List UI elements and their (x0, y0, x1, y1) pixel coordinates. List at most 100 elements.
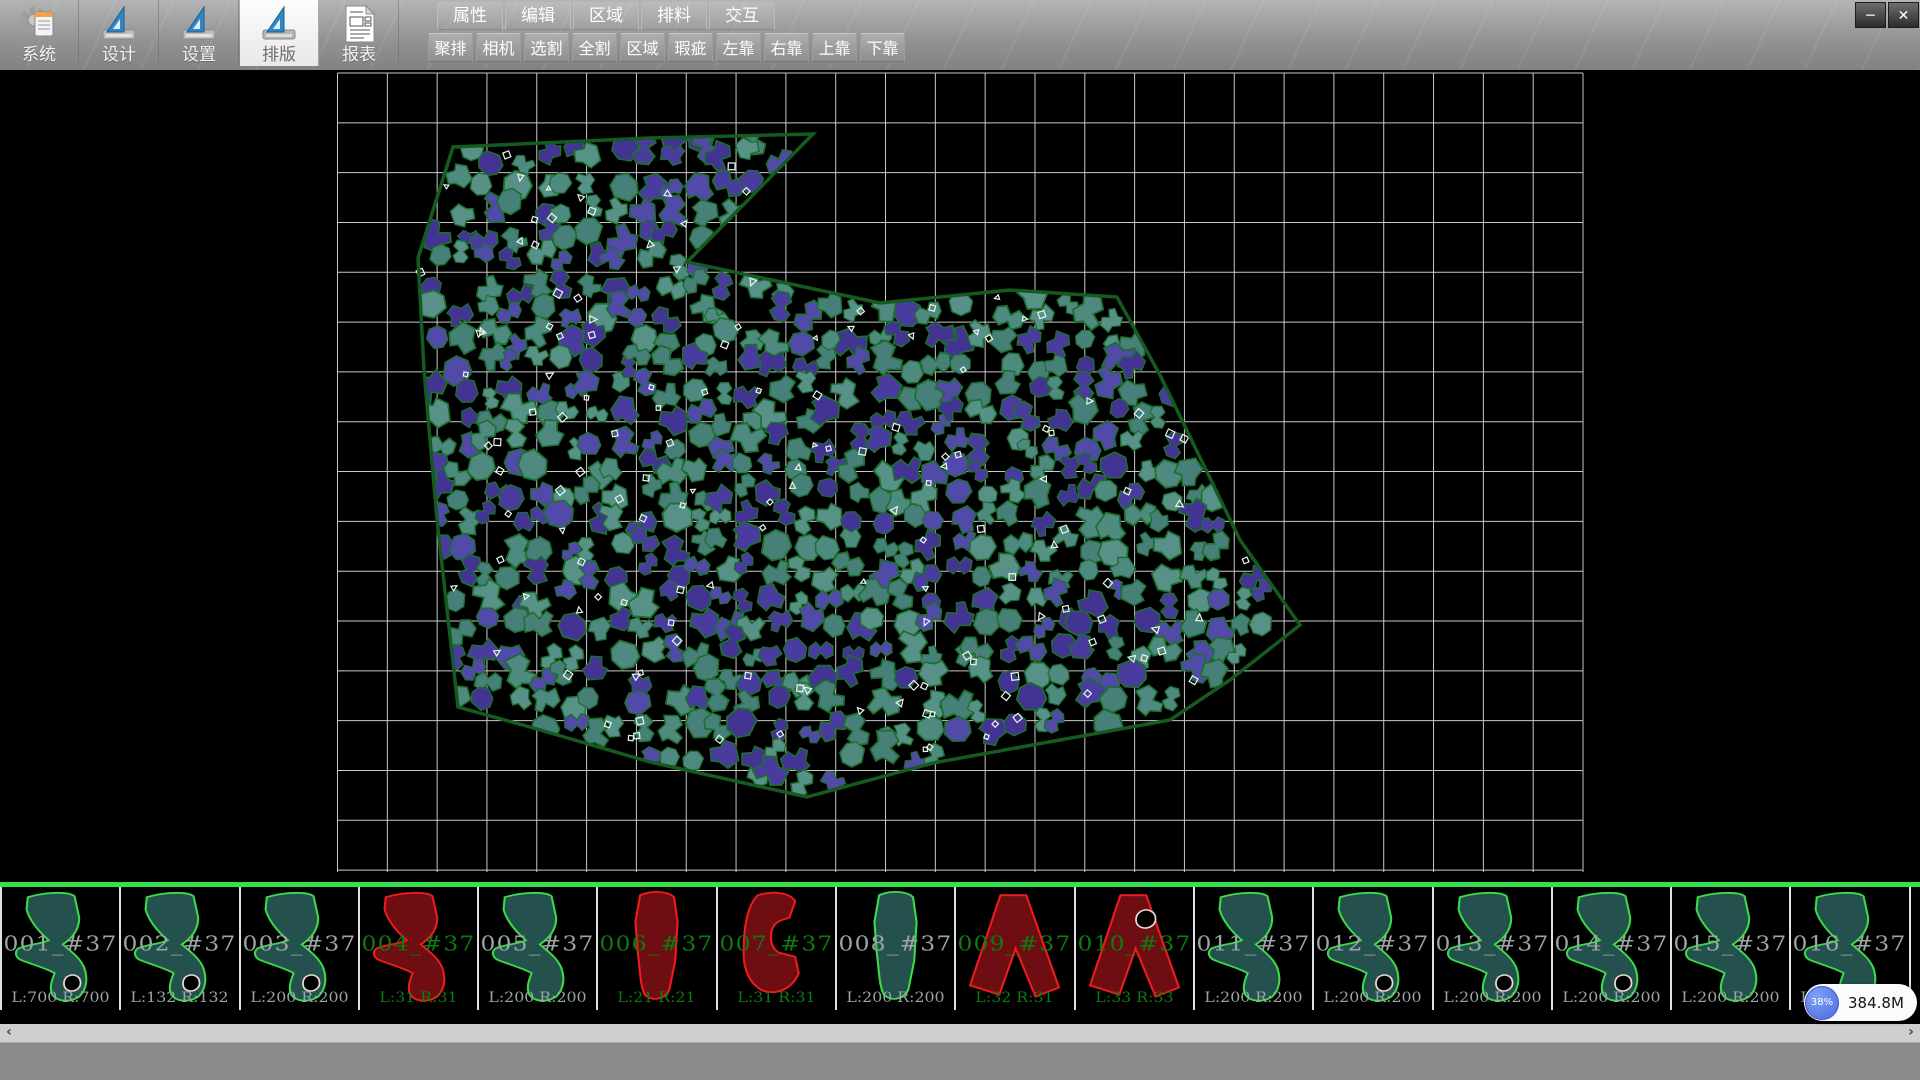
mode-button-1[interactable]: 系统 (0, 0, 79, 66)
tool-button-4[interactable]: 全割 (572, 33, 617, 62)
piece-thumbnail-svg: 007_#37L:31 R:31 (718, 887, 835, 1010)
piece-lr-label: L:200 R:200 (250, 990, 348, 1006)
nesting-canvas[interactable] (0, 70, 1920, 882)
scroll-right-arrow-icon[interactable]: › (1902, 1024, 1920, 1042)
menu-tab-1[interactable]: 属性 (437, 2, 503, 30)
close-button[interactable]: ✕ (1888, 2, 1919, 28)
piece-thumbnail-svg: 005_#37 L:200 R:200 (479, 887, 596, 1010)
mode-button-3[interactable]: 设置 (160, 0, 239, 66)
menu-tab-bar: 属性编辑区域排料交互 (437, 2, 775, 30)
report-document-icon (338, 3, 380, 45)
piece-hole (1496, 975, 1513, 991)
piece-hole (1615, 975, 1632, 991)
percent-circle: 38% (1805, 986, 1839, 1020)
mode-button-label: 设计 (102, 45, 136, 65)
piece-lr-label: L:33 R:33 (1095, 990, 1173, 1006)
piece-hole (64, 975, 81, 991)
piece-hole (183, 975, 200, 991)
piece-thumbnail-5[interactable]: 005_#37 L:200 R:200 (479, 887, 598, 1010)
mode-button-5[interactable]: 报表 (320, 0, 399, 66)
tool-button-3[interactable]: 选割 (524, 33, 569, 62)
menu-tab-3[interactable]: 区域 (573, 2, 639, 30)
piece-thumbnail-strip: 001_#37 L:700 R:700 002_#37 L:132 R:132 003_… (0, 887, 1920, 1010)
piece-thumbnail-9[interactable]: 009_#37 L:32 R:31 (956, 887, 1075, 1010)
piece-id-label: 008_#37 (839, 933, 953, 956)
mode-button-label: 设置 (182, 45, 216, 65)
piece-thumbnail-svg: 009_#37 L:32 R:31 (956, 887, 1073, 1010)
piece-id-label: 001_#37 (4, 933, 118, 956)
piece-hole (1376, 975, 1393, 991)
memory-usage-badge[interactable]: 38% 384.8M (1804, 984, 1917, 1021)
design-set-square-icon (98, 3, 140, 45)
piece-thumbnail-svg: 011_#37 L:200 R:200 (1195, 887, 1312, 1010)
piece-thumbnail-1[interactable]: 001_#37 L:700 R:700 (2, 887, 121, 1010)
menu-tab-4[interactable]: 排料 (641, 2, 707, 30)
piece-thumbnail-svg: 008_#37 L:200 R:200 (837, 887, 954, 1010)
mode-button-label: 报表 (342, 45, 376, 65)
piece-thumbnail-8[interactable]: 008_#37 L:200 R:200 (837, 887, 956, 1010)
piece-thumbnail-14[interactable]: 014_#37L:200 R:200 (1553, 887, 1672, 1010)
tool-button-5[interactable]: 区域 (620, 33, 665, 62)
piece-thumbnail-svg: 001_#37 L:700 R:700 (2, 887, 119, 1010)
piece-thumbnail-7[interactable]: 007_#37L:31 R:31 (718, 887, 837, 1010)
system-gear-icon (18, 3, 60, 45)
piece-lr-label: L:200 R:200 (1443, 990, 1541, 1006)
piece-id-label: 009_#37 (958, 933, 1072, 956)
status-bar (0, 1042, 1920, 1080)
tool-button-8[interactable]: 右靠 (764, 33, 809, 62)
mode-button-label: 排版 (262, 45, 296, 65)
piece-id-label: 010_#37 (1077, 933, 1191, 956)
piece-lr-label: L:200 R:200 (1204, 990, 1302, 1006)
piece-thumbnail-2[interactable]: 002_#37 L:132 R:132 (121, 887, 240, 1010)
piece-lr-label: L:700 R:700 (11, 990, 109, 1006)
mode-button-label: 系统 (22, 45, 56, 65)
piece-id-label: 014_#37 (1554, 933, 1668, 956)
piece-thumbnail-11[interactable]: 011_#37 L:200 R:200 (1195, 887, 1314, 1010)
mode-button-4[interactable]: 排版 (240, 0, 319, 66)
piece-lr-label: L:200 R:200 (846, 990, 944, 1006)
piece-thumbnail-12[interactable]: 012_#37L:200 R:200 (1314, 887, 1433, 1010)
mode-button-2[interactable]: 设计 (80, 0, 159, 66)
tool-button-7[interactable]: 左靠 (716, 33, 761, 62)
piece-lr-label: L:200 R:200 (489, 990, 587, 1006)
tool-button-6[interactable]: 瑕疵 (668, 33, 713, 62)
piece-id-label: 013_#37 (1435, 933, 1549, 956)
piece-hole (1136, 910, 1156, 928)
piece-thumbnail-svg: 004_#37L:31 R:31 (360, 887, 477, 1010)
piece-lr-label: L:132 R:132 (131, 990, 229, 1006)
piece-id-label: 002_#37 (123, 933, 237, 956)
piece-thumbnail-svg: 014_#37L:200 R:200 (1553, 887, 1670, 1010)
title-ribbon: 系统设计设置排版报表 属性编辑区域排料交互 聚排相机选割全割区域瑕疵左靠右靠上靠… (0, 0, 1920, 70)
scroll-left-arrow-icon[interactable]: ‹ (0, 1024, 18, 1042)
piece-thumbnail-svg: 012_#37L:200 R:200 (1314, 887, 1431, 1010)
horizontal-scrollbar[interactable]: ‹ › (0, 1024, 1920, 1042)
menu-tab-5[interactable]: 交互 (709, 2, 775, 30)
piece-lr-label: L:32 R:31 (976, 990, 1054, 1006)
piece-id-label: 011_#37 (1197, 933, 1311, 956)
tool-button-9[interactable]: 上靠 (812, 33, 857, 62)
tool-button-1[interactable]: 聚排 (428, 33, 473, 62)
nesting-canvas-svg (0, 70, 1920, 882)
minimize-button[interactable]: ─ (1855, 2, 1886, 28)
menu-tab-2[interactable]: 编辑 (505, 2, 571, 30)
piece-lr-label: L:21 R:21 (618, 990, 696, 1006)
piece-thumbnail-svg: 013_#37 L:200 R:200 (1434, 887, 1551, 1010)
piece-id-label: 015_#37 (1674, 933, 1788, 956)
piece-thumbnail-4[interactable]: 004_#37L:31 R:31 (360, 887, 479, 1010)
piece-thumbnail-15[interactable]: 015_#37L:200 R:200 (1672, 887, 1791, 1010)
piece-thumbnail-10[interactable]: 010_#37 L:33 R:33 (1076, 887, 1195, 1010)
tool-button-10[interactable]: 下靠 (860, 33, 905, 62)
memory-value: 384.8M (1848, 994, 1904, 1012)
window-controls: ─ ✕ (1855, 2, 1919, 28)
piece-lr-label: L:31 R:31 (737, 990, 815, 1006)
piece-thumbnail-svg: 015_#37L:200 R:200 (1672, 887, 1789, 1010)
piece-hole (303, 975, 320, 991)
piece-id-label: 005_#37 (481, 933, 595, 956)
tool-button-2[interactable]: 相机 (476, 33, 521, 62)
tool-button-row: 聚排相机选割全割区域瑕疵左靠右靠上靠下靠 (428, 33, 905, 62)
piece-thumbnail-6[interactable]: 006_#37L:21 R:21 (598, 887, 717, 1010)
piece-thumbnail-13[interactable]: 013_#37 L:200 R:200 (1434, 887, 1553, 1010)
piece-thumbnail-3[interactable]: 003_#37L:200 R:200 (241, 887, 360, 1010)
layout-set-square-icon (258, 3, 300, 45)
piece-id-label: 004_#37 (361, 933, 475, 956)
